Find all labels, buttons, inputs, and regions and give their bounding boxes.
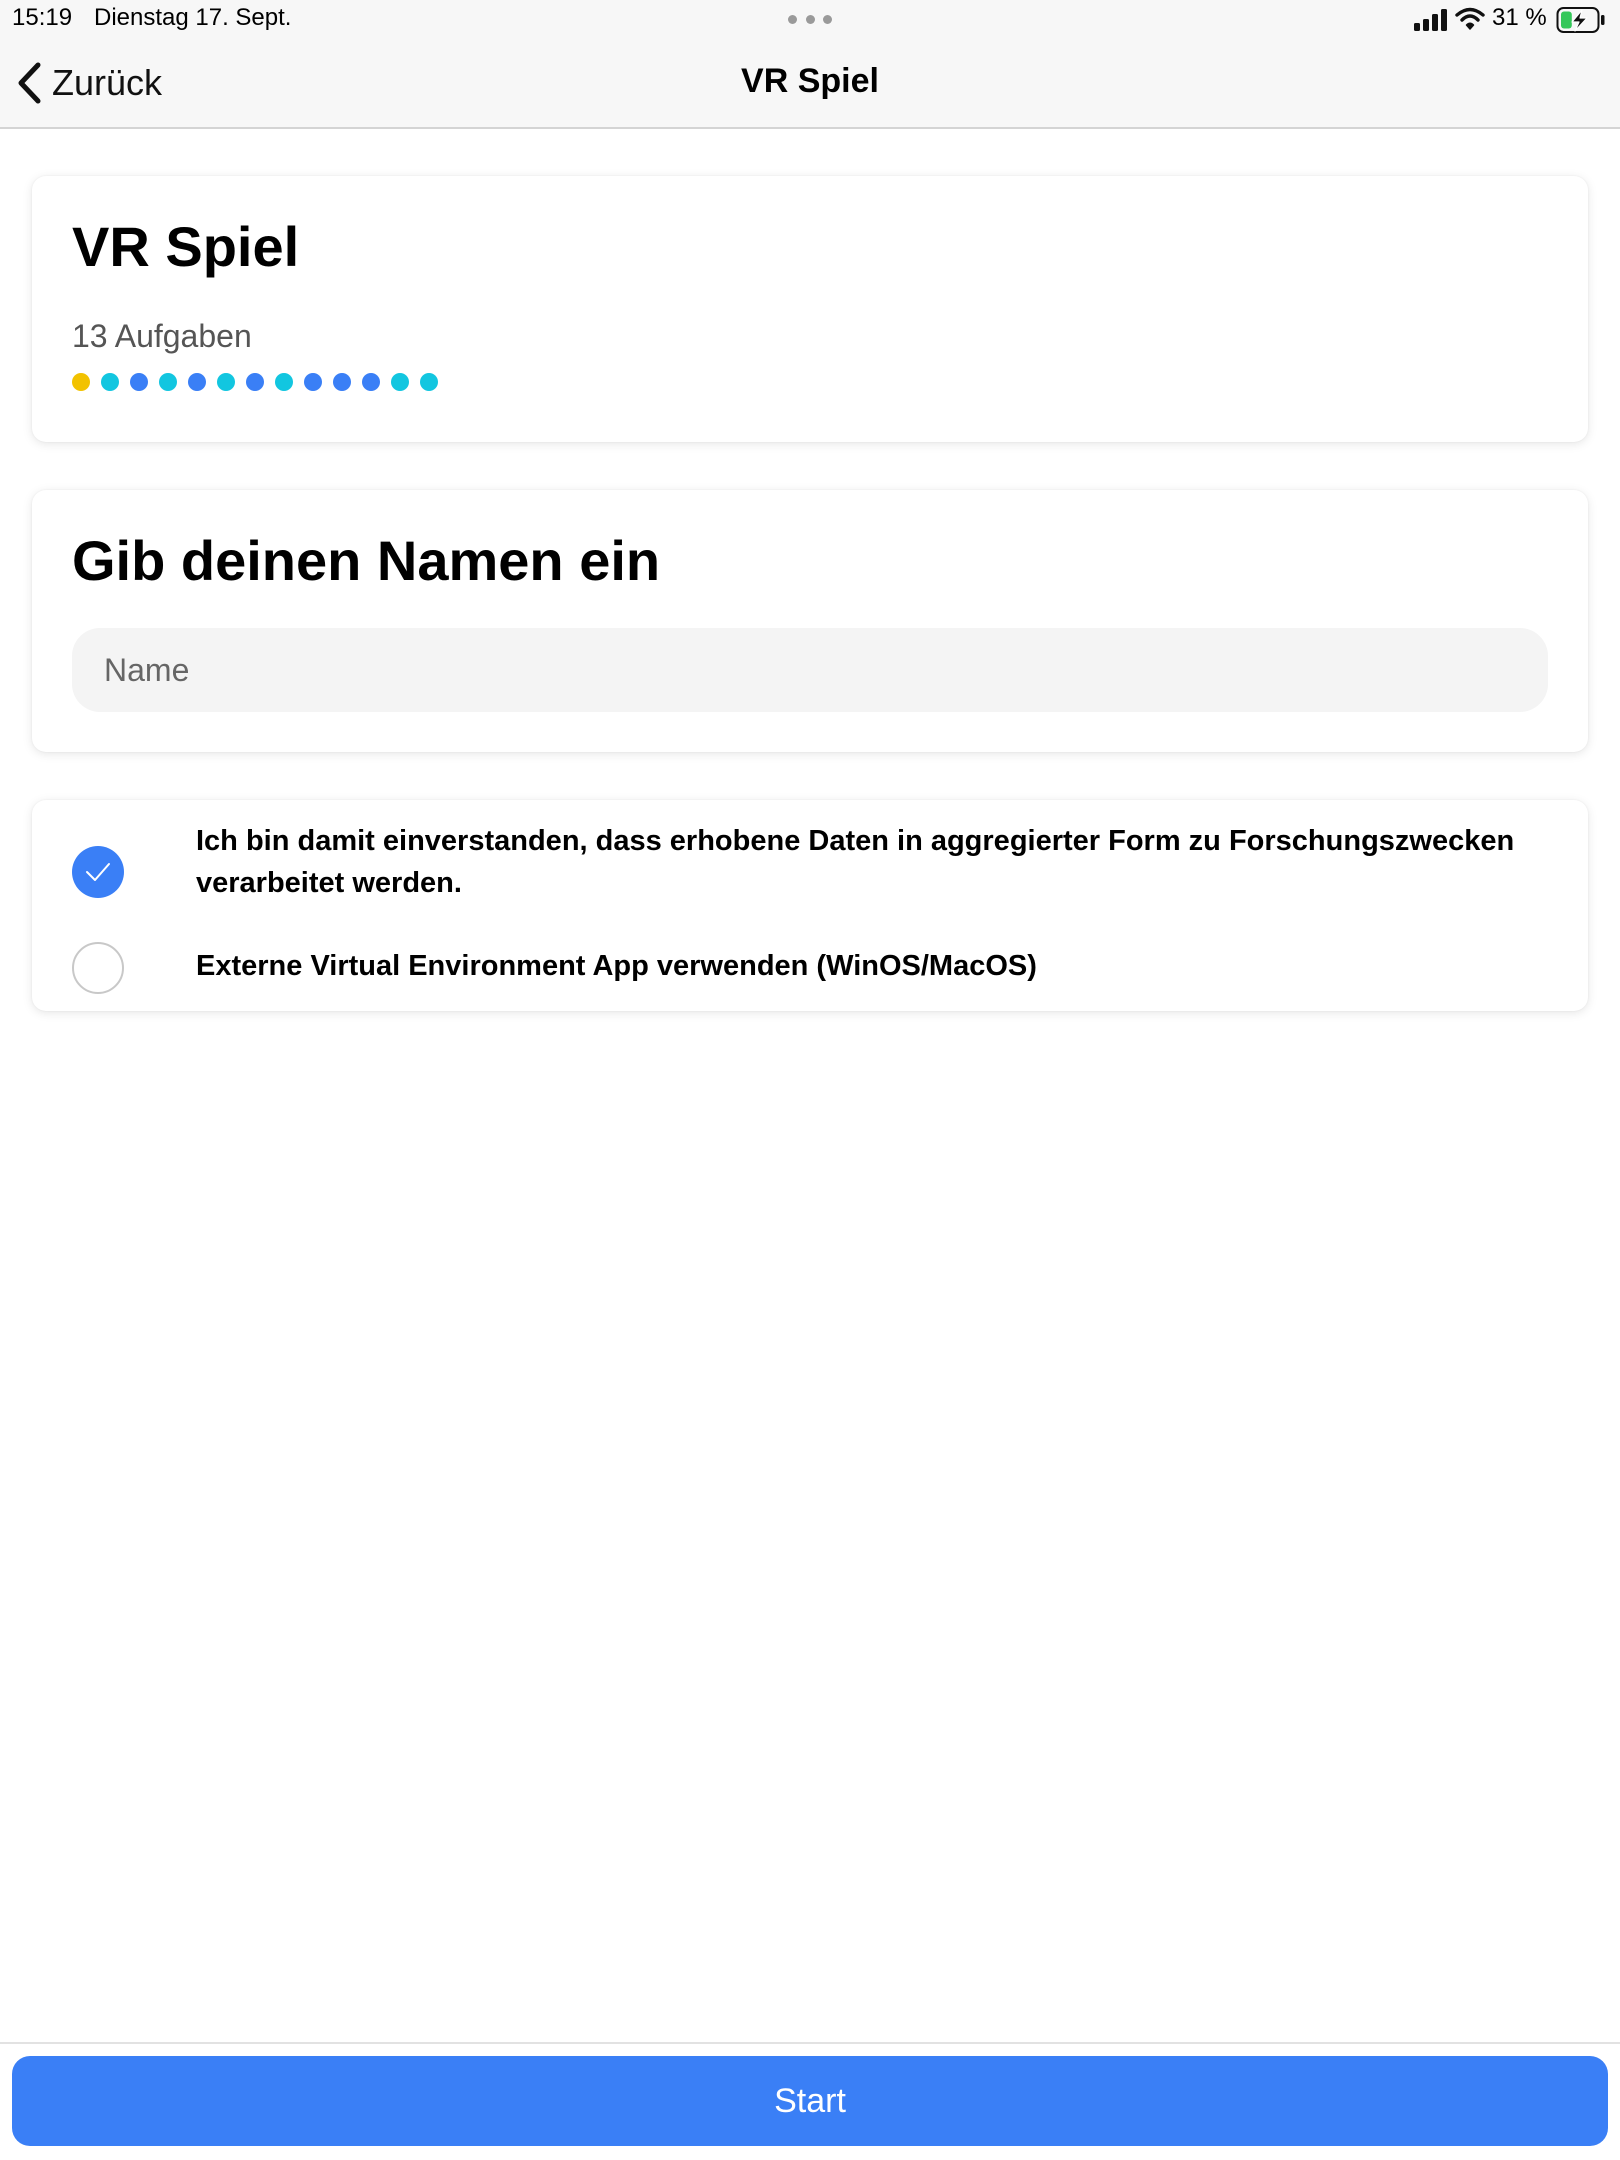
signal-icon	[1414, 9, 1447, 31]
task-dot	[362, 373, 380, 391]
task-dot	[304, 373, 322, 391]
checkmark-icon	[86, 863, 110, 881]
battery-charging-icon	[1556, 7, 1605, 33]
task-count: 13 Aufgaben	[72, 318, 252, 354]
task-dot	[420, 373, 438, 391]
task-dot	[246, 373, 264, 391]
name-input[interactable]	[72, 628, 1548, 712]
start-button[interactable]: Start	[12, 2056, 1608, 2146]
task-dot	[101, 373, 119, 391]
name-entry-card: Gib deinen Namen ein	[32, 490, 1588, 752]
nav-title: VR Spiel	[741, 62, 879, 100]
bottom-divider	[0, 2042, 1620, 2044]
multitasking-dots-icon[interactable]	[788, 15, 832, 25]
status-date: Dienstag 17. Sept.	[94, 4, 292, 31]
task-dot	[333, 373, 351, 391]
task-dot	[159, 373, 177, 391]
task-dot	[391, 373, 409, 391]
task-dot	[130, 373, 148, 391]
game-title: VR Spiel	[72, 215, 300, 278]
task-dot	[217, 373, 235, 391]
status-time: 15:19	[12, 4, 73, 31]
task-dot	[275, 373, 293, 391]
consent-label-external-app: Externe Virtual Environment App verwende…	[196, 950, 1037, 982]
checkbox-checked[interactable]	[72, 846, 124, 898]
name-heading: Gib deinen Namen ein	[72, 529, 661, 592]
consent-label-data-processing: Ich bin damit einverstanden, dass erhobe…	[196, 825, 1515, 899]
wifi-icon	[1455, 7, 1485, 30]
battery-percent: 31 %	[1492, 4, 1547, 31]
task-progress-dots	[72, 373, 449, 391]
consent-card: Ich bin damit einverstanden, dass erhobe…	[32, 800, 1588, 1011]
checkbox-unchecked[interactable]	[72, 942, 124, 994]
navigation-bar: Zurück VR Spiel	[0, 40, 1620, 129]
game-info-card: VR Spiel 13 Aufgaben	[32, 176, 1588, 442]
task-dot	[72, 373, 90, 391]
status-bar: 15:19 Dienstag 17. Sept. 31 %	[0, 0, 1620, 40]
task-dot	[188, 373, 206, 391]
